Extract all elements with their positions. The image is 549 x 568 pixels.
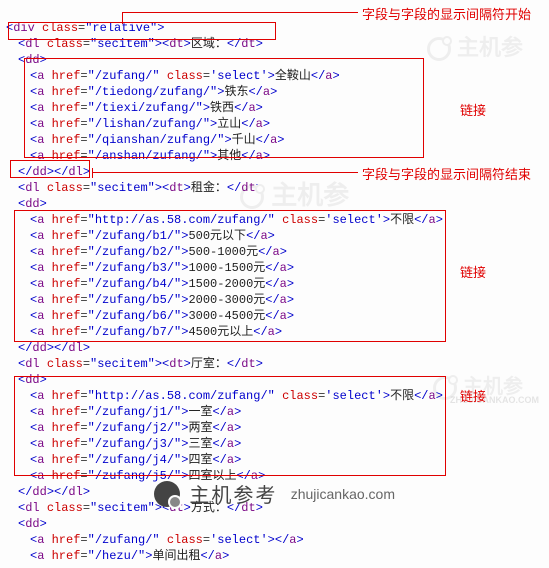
anno-link-3: 链接 xyxy=(460,386,486,405)
line-s3-dl: <dl class="secitem"><dt>厅室：</dt> xyxy=(6,356,543,372)
line-s4-dd: <dd> xyxy=(6,516,543,532)
section4-link-1: <a href="/hezu/">单间出租</a> xyxy=(6,548,543,564)
section2-link-2: <a href="/zufang/b2/">500-1000元</a> xyxy=(6,244,543,260)
section2-link-7: <a href="/zufang/b7/">4500元以上</a> xyxy=(6,324,543,340)
section2-link-1: <a href="/zufang/b1/">500元以下</a> xyxy=(6,228,543,244)
section3-link-4: <a href="/zufang/j4/">四室</a> xyxy=(6,452,543,468)
section3-link-1: <a href="/zufang/j1/">一室</a> xyxy=(6,404,543,420)
section1-link-1: <a href="/tiedong/zufang/">铁东</a> xyxy=(6,84,543,100)
anno-link-2: 链接 xyxy=(460,262,486,281)
line-s1-dd: <dd> xyxy=(6,52,543,68)
anno-sep-start: 字段与字段的显示间隔符开始 xyxy=(362,4,531,23)
line-s2-dd: <dd> xyxy=(6,196,543,212)
anno-link-1: 链接 xyxy=(460,100,486,119)
section2-link-6: <a href="/zufang/b6/">3000-4500元</a> xyxy=(6,308,543,324)
section2-link-0: <a href="http://as.58.com/zufang/" class… xyxy=(6,212,543,228)
anno-sep-end: 字段与字段的显示间隔符结束 xyxy=(362,164,531,183)
section1-link-4: <a href="/qianshan/zufang/">千山</a> xyxy=(6,132,543,148)
footer-watermark: 主机参考 zhujicankao.com xyxy=(0,479,549,508)
section3-link-3: <a href="/zufang/j3/">三室</a> xyxy=(6,436,543,452)
line-s2-close: </dd></dl> xyxy=(6,340,543,356)
section1-link-0: <a href="/zufang/" class='select'>全鞍山</a… xyxy=(6,68,543,84)
section1-link-5: <a href="/anshan/zufang/">其他</a> xyxy=(6,148,543,164)
section4-link-0: <a href="/zufang/" class='select'></a> xyxy=(6,532,543,548)
section3-link-2: <a href="/zufang/j2/">两室</a> xyxy=(6,420,543,436)
line-s1-dl: <dl class="secitem"><dt>区域：</dt> xyxy=(6,36,543,52)
section2-link-5: <a href="/zufang/b5/">2000-3000元</a> xyxy=(6,292,543,308)
